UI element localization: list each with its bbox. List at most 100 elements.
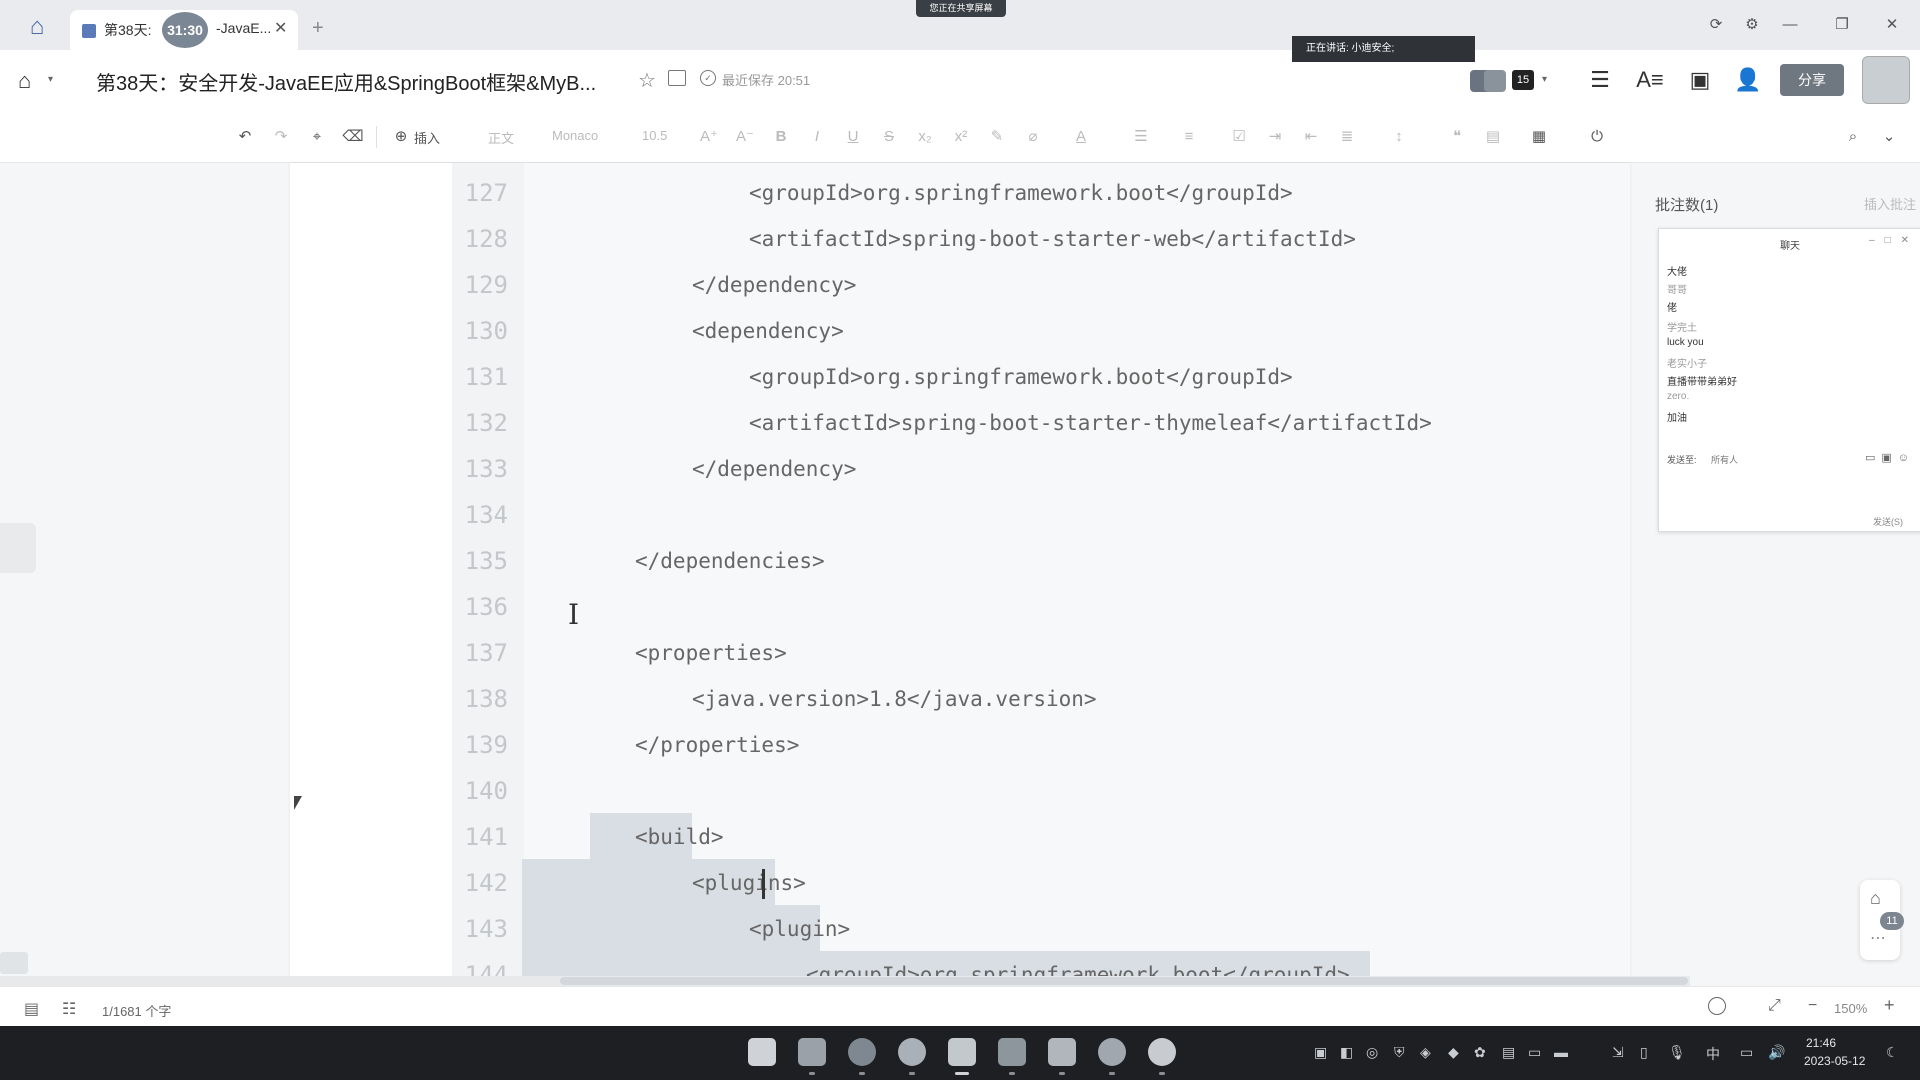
shield-icon[interactable]: ⛨ <box>1394 1044 1405 1061</box>
code-line[interactable]: <groupId>org.springframework.boot</group… <box>749 365 1293 389</box>
highlight-icon[interactable]: ✎ <box>986 126 1008 148</box>
checklist-icon[interactable]: ☑ <box>1228 126 1250 148</box>
document-title[interactable]: 第38天：安全开发-JavaEE应用&SpringBoot框架&MyB... <box>96 67 596 96</box>
chat-window-controls[interactable]: –□✕ <box>1869 235 1919 246</box>
ime-indicator[interactable]: 中 <box>1706 1044 1720 1064</box>
indent-icon[interactable]: ⇥ <box>1264 126 1286 148</box>
star-icon[interactable]: ☆ <box>638 68 656 93</box>
code-line[interactable]: <build> <box>635 825 724 849</box>
home-icon[interactable]: ⌂ <box>18 68 31 94</box>
quote-icon[interactable]: ❝ <box>1446 126 1468 148</box>
new-tab-button[interactable]: + <box>312 18 324 38</box>
insert-button[interactable]: 插入 <box>414 128 440 147</box>
present-icon[interactable]: ▣ <box>1686 66 1714 94</box>
docs-app-icon[interactable] <box>948 1038 976 1066</box>
clock-time[interactable]: 21:46 <box>1806 1036 1836 1050</box>
outline-icon[interactable]: ▤ <box>24 999 39 1019</box>
shirt-icon[interactable]: ⌂ <box>1870 888 1881 909</box>
floating-assistant[interactable]: ⌂ 11 ⋯ <box>1860 880 1904 960</box>
tray-app-icon[interactable]: ▭ <box>1528 1044 1541 1061</box>
more-icon[interactable]: ⋯ <box>1870 928 1886 948</box>
window-close-button[interactable]: ✕ <box>1878 14 1906 36</box>
zoom-level[interactable]: 150% <box>1834 1001 1867 1016</box>
tray-app-icon[interactable]: ◈ <box>1420 1044 1431 1061</box>
code-line[interactable]: <plugin> <box>749 917 850 941</box>
app-logo-icon[interactable]: ⌂ <box>22 14 52 40</box>
monitor-icon[interactable]: ▭ <box>1740 1044 1753 1061</box>
scrollbar-thumb[interactable] <box>560 977 1688 985</box>
code-line[interactable]: </dependency> <box>692 273 856 297</box>
subscript-icon[interactable]: x₂ <box>914 126 936 148</box>
decrease-font-icon[interactable]: A⁻ <box>734 126 756 148</box>
page-view-icon[interactable]: ☷ <box>62 999 76 1019</box>
align-icon[interactable]: ≣ <box>1336 126 1358 148</box>
refresh-icon[interactable]: ⟳ <box>1702 14 1730 36</box>
undo-icon[interactable]: ↶ <box>234 126 256 148</box>
meeting-app-icon[interactable] <box>1048 1038 1076 1066</box>
chat-tools[interactable]: ▭▣☺ <box>1865 451 1915 464</box>
code-line[interactable]: <artifactId>spring-boot-starter-thymelea… <box>749 411 1432 435</box>
menu-icon[interactable]: ☰ <box>1586 66 1614 94</box>
search-icon[interactable]: ⌕ <box>1842 126 1864 148</box>
code-line[interactable]: <plugins> <box>692 871 806 895</box>
chevron-down-icon[interactable]: ▾ <box>1542 74 1547 85</box>
tray-app-icon[interactable]: ▣ <box>1314 1044 1327 1061</box>
play-icon[interactable] <box>1708 997 1726 1015</box>
code-line[interactable]: </dependencies> <box>635 549 825 573</box>
notification-icon[interactable]: ☾ <box>1886 1044 1899 1061</box>
microphone-icon[interactable]: 🎙 <box>1668 1044 1686 1061</box>
file-explorer-icon[interactable] <box>798 1038 826 1066</box>
chrome-browser-icon[interactable] <box>898 1038 926 1066</box>
collaborate-icon[interactable]: 👤 <box>1734 66 1762 94</box>
fullscreen-icon[interactable]: ⤢ <box>1768 997 1781 1015</box>
italic-icon[interactable]: I <box>806 126 828 148</box>
numbered-list-icon[interactable]: ≡ <box>1178 126 1200 148</box>
clock-date[interactable]: 2023-05-12 <box>1804 1054 1865 1068</box>
superscript-icon[interactable]: x² <box>950 126 972 148</box>
outdent-icon[interactable]: ⇤ <box>1300 126 1322 148</box>
document-tab[interactable]: 第38天: 31:30 -JavaE... ✕ <box>70 10 298 50</box>
collaborator-count[interactable]: 15 <box>1512 70 1534 90</box>
eraser-icon[interactable]: ⌫ <box>342 126 364 148</box>
word-count[interactable]: 1/1681 个字 <box>102 1001 171 1020</box>
clear-format-icon[interactable]: ⌀ <box>1022 126 1044 148</box>
underline-icon[interactable]: U <box>842 126 864 148</box>
font-size-icon[interactable]: A≡ <box>1636 66 1664 94</box>
comment-icon[interactable]: ▤ <box>1482 126 1504 148</box>
network-icon[interactable]: ⇲ <box>1612 1044 1624 1061</box>
format-painter-icon[interactable]: ⌖ <box>306 126 328 148</box>
start-menu-icon[interactable] <box>748 1038 776 1066</box>
catalog-toggle[interactable] <box>0 952 28 974</box>
tray-app-icon[interactable]: ▤ <box>1502 1044 1515 1061</box>
increase-font-icon[interactable]: A⁺ <box>698 126 720 148</box>
chevron-down-icon[interactable]: ⌄ <box>1878 126 1900 148</box>
font-family-select[interactable]: Monaco <box>552 128 598 143</box>
code-line[interactable]: <dependency> <box>692 319 844 343</box>
table-icon[interactable]: ▦ <box>1528 126 1550 148</box>
redo-icon[interactable]: ↷ <box>270 126 292 148</box>
pen-app-icon[interactable] <box>1098 1038 1126 1066</box>
zoom-in-button[interactable]: + <box>1884 995 1895 1016</box>
insert-comment-button[interactable]: 插入批注 <box>1864 194 1916 213</box>
paragraph-style-select[interactable]: 正文 <box>488 128 514 147</box>
edge-browser-icon[interactable] <box>848 1038 876 1066</box>
insert-icon[interactable]: ⊕ <box>390 126 412 148</box>
photos-app-icon[interactable] <box>998 1038 1026 1066</box>
tray-app-icon[interactable]: ▬ <box>1554 1044 1568 1060</box>
code-line[interactable]: <groupId>org.springframework.boot</group… <box>749 181 1293 205</box>
zoom-out-button[interactable]: − <box>1808 997 1817 1015</box>
outline-toggle[interactable] <box>0 523 36 573</box>
line-spacing-icon[interactable]: ↕ <box>1388 126 1410 148</box>
code-line[interactable]: </dependency> <box>692 457 856 481</box>
maximize-button[interactable]: ❐ <box>1828 14 1856 36</box>
send-to-select[interactable]: 所有人 <box>1711 453 1738 466</box>
user-avatar[interactable] <box>1862 56 1910 104</box>
chat-window[interactable]: 聊天 –□✕ 大佬 哥哥 佬 学完土 luck you 老实小子 直播带带弟弟好… <box>1658 228 1920 532</box>
volume-icon[interactable]: 🔊 <box>1768 1044 1785 1061</box>
share-button[interactable]: 分享 <box>1780 64 1844 96</box>
bullet-list-icon[interactable]: ☰ <box>1130 126 1152 148</box>
screen-share-banner[interactable]: 您正在共享屏幕 <box>916 0 1006 17</box>
font-color-icon[interactable]: A <box>1070 126 1092 148</box>
settings-icon[interactable]: ⚙ <box>1738 14 1766 36</box>
close-icon[interactable]: ✕ <box>274 18 287 38</box>
